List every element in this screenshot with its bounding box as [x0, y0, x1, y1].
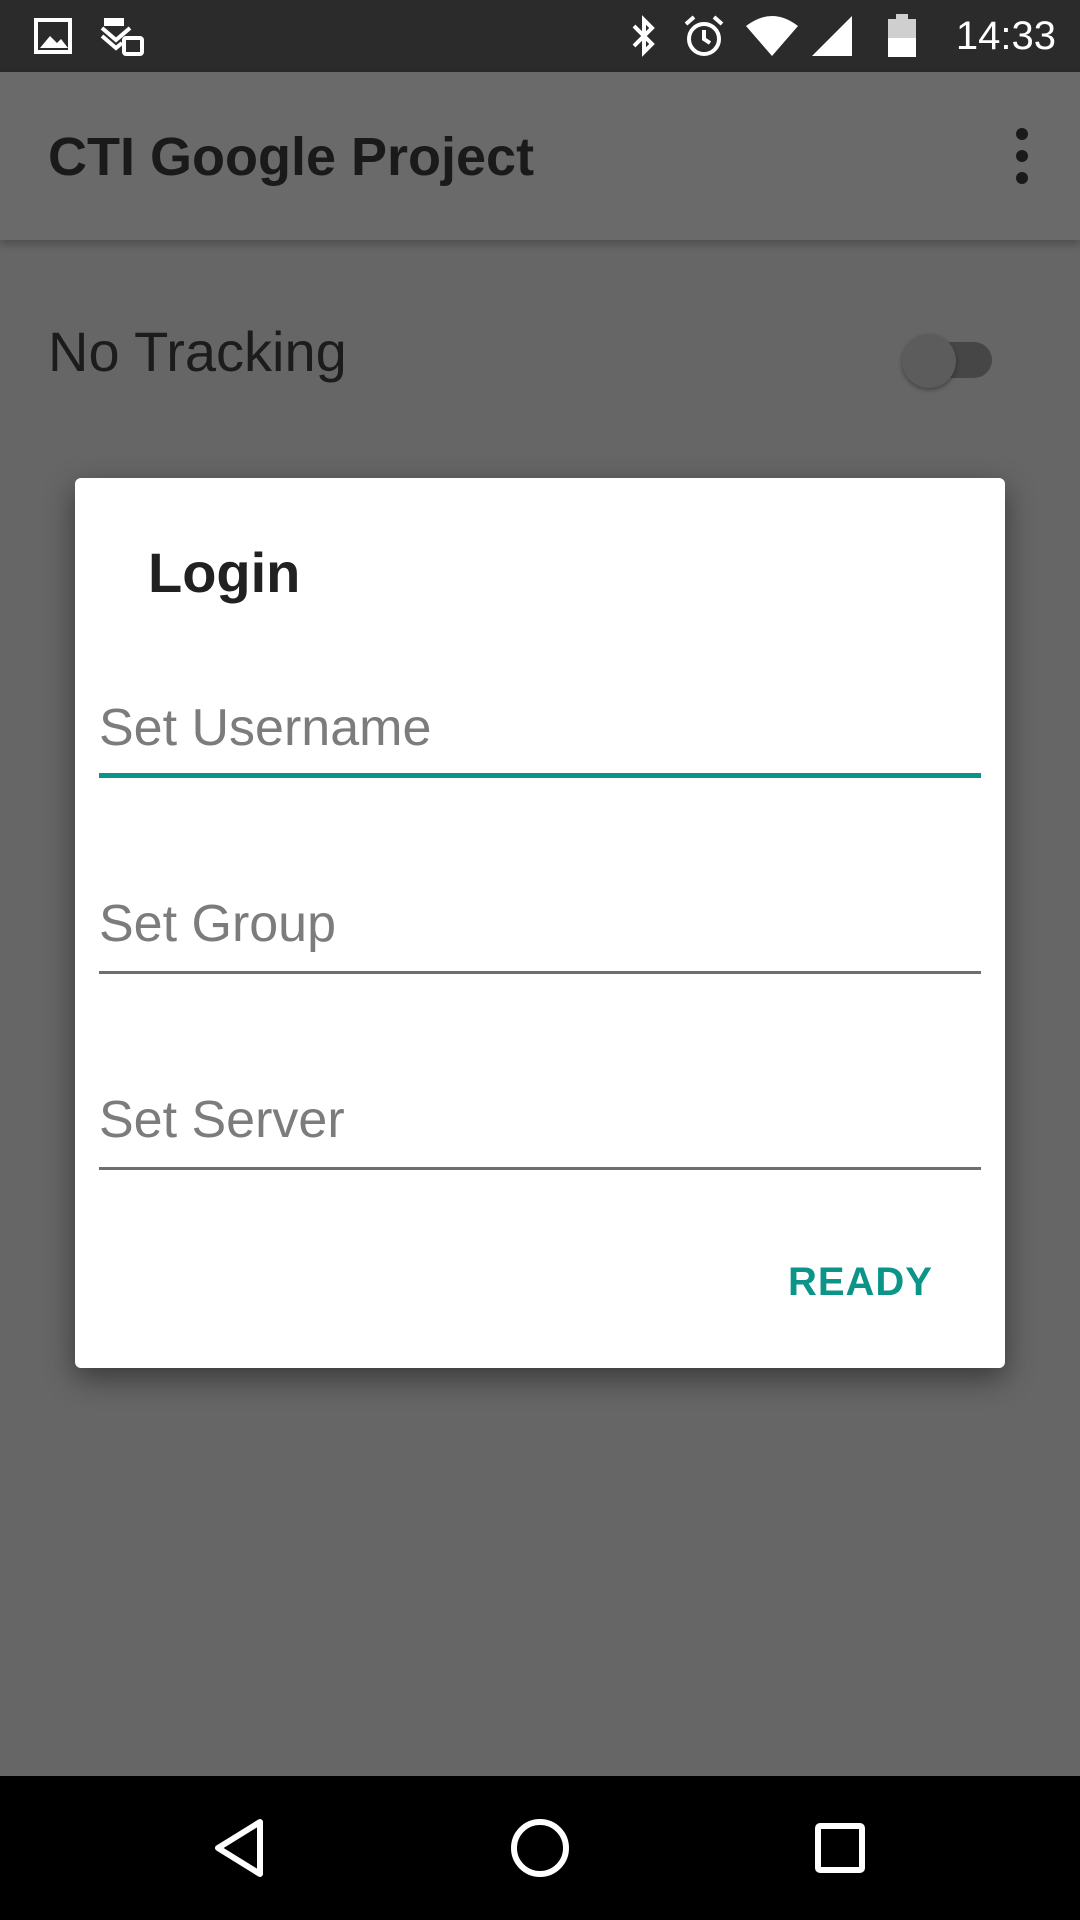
- wifi-icon: [746, 16, 798, 56]
- home-icon[interactable]: [490, 1798, 590, 1898]
- tracking-row: No Tracking: [0, 300, 1080, 410]
- clock-time: 14:33: [955, 14, 1056, 58]
- status-bar: 14:33: [0, 0, 1080, 72]
- signal-icon: [812, 16, 852, 56]
- app-bar: CTI Google Project: [0, 72, 1080, 240]
- server-underline: [99, 1167, 981, 1170]
- server-input[interactable]: [99, 1080, 981, 1160]
- group-input[interactable]: [99, 884, 981, 964]
- group-underline: [99, 971, 981, 974]
- recents-icon[interactable]: [790, 1798, 890, 1898]
- username-field: [99, 688, 981, 778]
- tracking-switch[interactable]: [900, 328, 1000, 392]
- server-field: [99, 1080, 981, 1170]
- navigation-bar: [0, 1776, 1080, 1920]
- login-dialog: Login READY: [75, 478, 1005, 1368]
- username-underline: [99, 773, 981, 778]
- ready-button[interactable]: READY: [788, 1256, 933, 1308]
- sync-icon: [100, 18, 144, 56]
- group-field: [99, 884, 981, 974]
- app-title: CTI Google Project: [48, 127, 535, 187]
- switch-thumb: [902, 334, 956, 388]
- back-icon[interactable]: [190, 1798, 290, 1898]
- username-input[interactable]: [99, 688, 981, 768]
- alarm-icon: [684, 15, 724, 56]
- dialog-title: Login: [148, 541, 301, 604]
- tracking-label: No Tracking: [48, 320, 347, 383]
- overflow-menu-icon[interactable]: [1000, 124, 1044, 188]
- image-icon: [34, 18, 72, 54]
- battery-icon: [888, 14, 916, 57]
- bluetooth-icon: [632, 15, 655, 57]
